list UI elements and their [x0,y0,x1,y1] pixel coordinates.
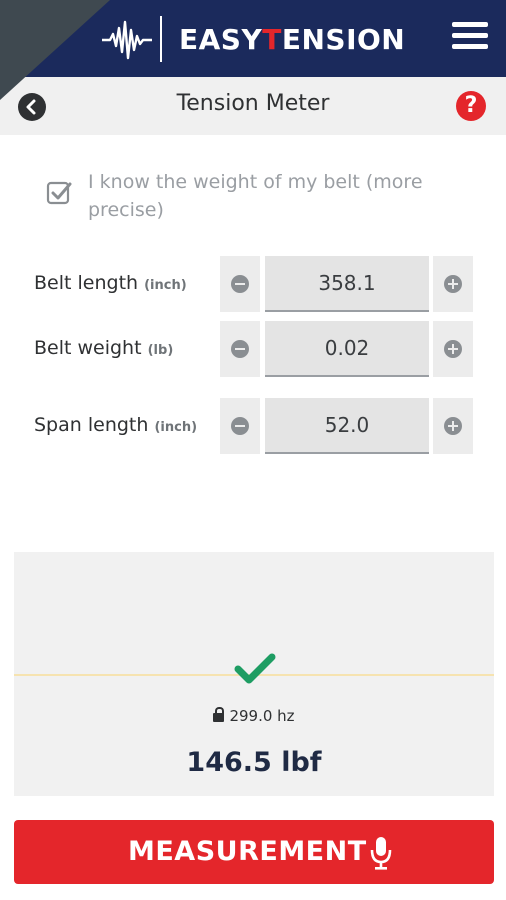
belt-length-input[interactable] [265,256,429,312]
frequency-readout: 299.0 hz [14,707,494,725]
plus-icon [444,417,462,435]
frequency-value: 299.0 hz [229,707,295,725]
result-panel: 299.0 hz 146.5 lbf [14,552,494,796]
known-weight-label: I know the weight of my belt (more preci… [88,171,423,221]
checkbox-checked-icon[interactable] [46,180,72,206]
belt-length-label: Belt length (inch) [34,272,187,294]
span-length-increment-button[interactable] [433,398,473,454]
belt-length-label-text: Belt length [34,272,139,294]
measurement-button-label: MEASUREMENT [128,836,367,867]
plus-icon [444,340,462,358]
span-length-label-text: Span length [34,414,149,436]
corner-ribbon [0,0,110,100]
span-length-decrement-button[interactable] [220,398,260,454]
belt-weight-increment-button[interactable] [433,321,473,377]
belt-length-unit: (inch) [144,278,187,293]
belt-weight-input[interactable] [265,321,429,377]
span-length-unit: (inch) [154,420,198,435]
hamburger-menu-icon[interactable] [452,22,488,54]
belt-weight-row: Belt weight (lb) [0,321,506,377]
belt-weight-label-text: Belt weight [34,337,142,359]
plus-icon [444,275,462,293]
span-length-label: Span length (inch) [34,414,197,436]
brand-logo-text: EASYTENSION [179,23,405,56]
span-length-row: Span length (inch) [0,398,506,454]
checkmark-icon [234,653,276,684]
belt-weight-decrement-button[interactable] [220,321,260,377]
belt-weight-unit: (lb) [147,343,174,358]
belt-length-increment-button[interactable] [433,256,473,312]
belt-weight-label: Belt weight (lb) [34,337,173,359]
logo-divider [160,16,162,62]
minus-icon [231,275,249,293]
logo-text-part1: EASY [179,23,263,56]
microphone-icon [370,837,392,870]
logo-text-accent: T [262,23,282,56]
minus-icon [231,417,249,435]
help-icon[interactable]: ? [456,91,486,121]
span-length-input[interactable] [265,398,429,454]
minus-icon [231,340,249,358]
belt-length-decrement-button[interactable] [220,256,260,312]
measurement-button[interactable]: MEASUREMENT [14,820,494,884]
logo-text-part2: ENSION [281,23,406,56]
lock-icon [213,707,225,722]
tension-value: 146.5 lbf [186,747,322,778]
belt-length-row: Belt length (inch) [0,256,506,312]
